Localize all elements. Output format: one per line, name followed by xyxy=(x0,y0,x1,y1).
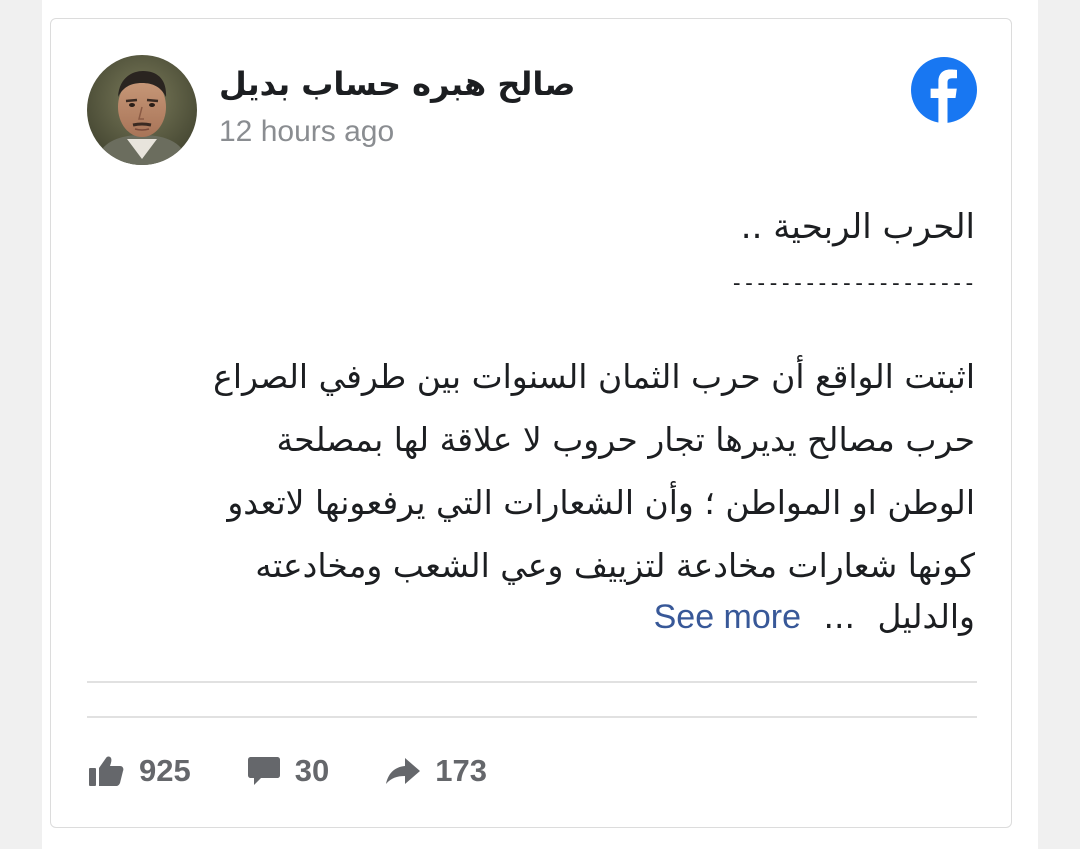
post-body-last-words: والدليل xyxy=(877,597,976,636)
post-body-line: الوطن او المواطن ؛ وأن الشعارات التي يرف… xyxy=(227,483,975,522)
like-button[interactable]: 925 xyxy=(89,753,191,789)
post-dash-divider: -------------------- xyxy=(730,271,976,296)
divider xyxy=(87,681,977,683)
screen: صالح هبره حساب بديل 12 hours ago الحرب ا… xyxy=(0,0,1080,849)
post-timestamp[interactable]: 12 hours ago xyxy=(219,115,394,149)
likes-count: 925 xyxy=(139,753,191,788)
see-more-link[interactable]: See more xyxy=(654,598,801,636)
thumbs-up-icon xyxy=(89,756,124,786)
comments-count: 30 xyxy=(294,753,330,788)
post-last-line: والدليل ... See more xyxy=(654,597,975,637)
post-title: الحرب الربحية .. xyxy=(740,207,975,247)
divider xyxy=(87,716,977,718)
facebook-logo-icon xyxy=(911,57,977,123)
post-body-line: حرب مصالح يديرها تجار حروب لا علاقة لها … xyxy=(276,420,975,459)
comment-bubble-icon xyxy=(247,757,280,785)
avatar-image xyxy=(87,55,197,165)
avatar[interactable] xyxy=(87,55,197,165)
shares-count: 173 xyxy=(435,753,487,788)
post-stats-bar: 925 30 173 xyxy=(89,751,543,791)
author-name[interactable]: صالح هبره حساب بديل xyxy=(219,65,575,103)
post-body-line: كونها شعارات مخادعة لتزييف وعي الشعب ومخ… xyxy=(255,546,975,585)
post-body: اثبتت الواقع أن حرب الثمان السنوات بين ط… xyxy=(75,345,975,597)
post-body-line: اثبتت الواقع أن حرب الثمان السنوات بين ط… xyxy=(213,357,975,396)
ellipsis: ... xyxy=(823,597,855,636)
share-arrow-icon xyxy=(386,758,421,784)
post-card: صالح هبره حساب بديل 12 hours ago الحرب ا… xyxy=(50,18,1012,828)
share-button[interactable]: 173 xyxy=(385,753,487,789)
comment-button[interactable]: 30 xyxy=(247,753,329,789)
